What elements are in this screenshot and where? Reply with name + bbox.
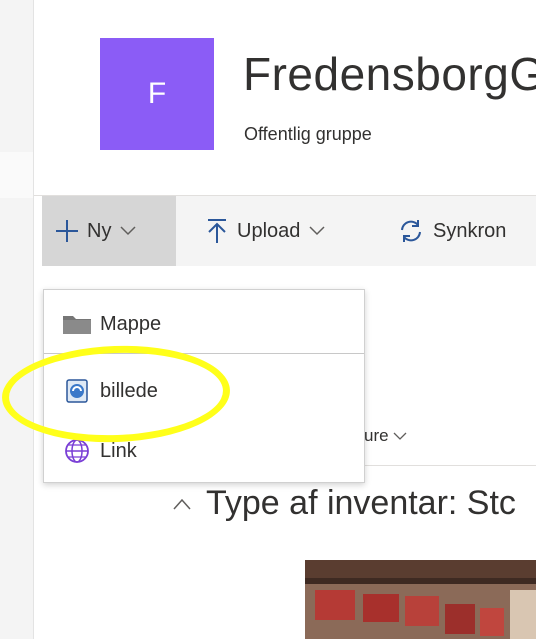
group-privacy-label: Offentlig gruppe — [244, 124, 372, 144]
upload-button-label: Upload — [237, 219, 301, 242]
globe-icon — [62, 438, 92, 464]
column-header-label: ure — [364, 426, 389, 445]
new-button-label: Ny — [87, 219, 112, 242]
plus-icon — [56, 220, 78, 242]
menu-item-label: Link — [100, 439, 137, 462]
group-avatar[interactable]: F — [100, 38, 214, 150]
sync-button-label: Synkron — [433, 219, 507, 242]
chevron-down-icon — [393, 432, 407, 440]
chevron-down-icon — [120, 226, 136, 236]
group-avatar-letter: F — [147, 77, 167, 110]
upload-button[interactable]: Upload — [206, 196, 325, 266]
group-header-label: Type af inventar: Stc — [206, 484, 516, 522]
left-rail-divider — [33, 0, 34, 639]
column-header-divider — [364, 465, 536, 466]
column-header[interactable]: ure — [364, 426, 407, 446]
folder-icon — [62, 311, 92, 337]
chevron-down-icon — [309, 226, 325, 236]
chevron-up-icon — [173, 498, 191, 509]
thumbnail-image — [305, 560, 536, 639]
sync-button[interactable]: Synkron — [398, 196, 506, 266]
new-button[interactable]: Ny — [42, 196, 176, 266]
left-rail-panel — [0, 152, 34, 198]
group-header-row[interactable]: Type af inventar: Stc — [172, 484, 516, 523]
left-rail — [0, 0, 34, 639]
upload-icon — [208, 219, 226, 243]
group-title: FredensborgG — [243, 48, 536, 100]
command-bar: Ny Upload Synkron — [42, 196, 536, 266]
item-thumbnail[interactable] — [305, 560, 536, 639]
menu-item-label: Mappe — [100, 312, 162, 335]
menu-item-folder[interactable]: Mappe — [44, 293, 364, 355]
sync-icon — [401, 220, 421, 242]
